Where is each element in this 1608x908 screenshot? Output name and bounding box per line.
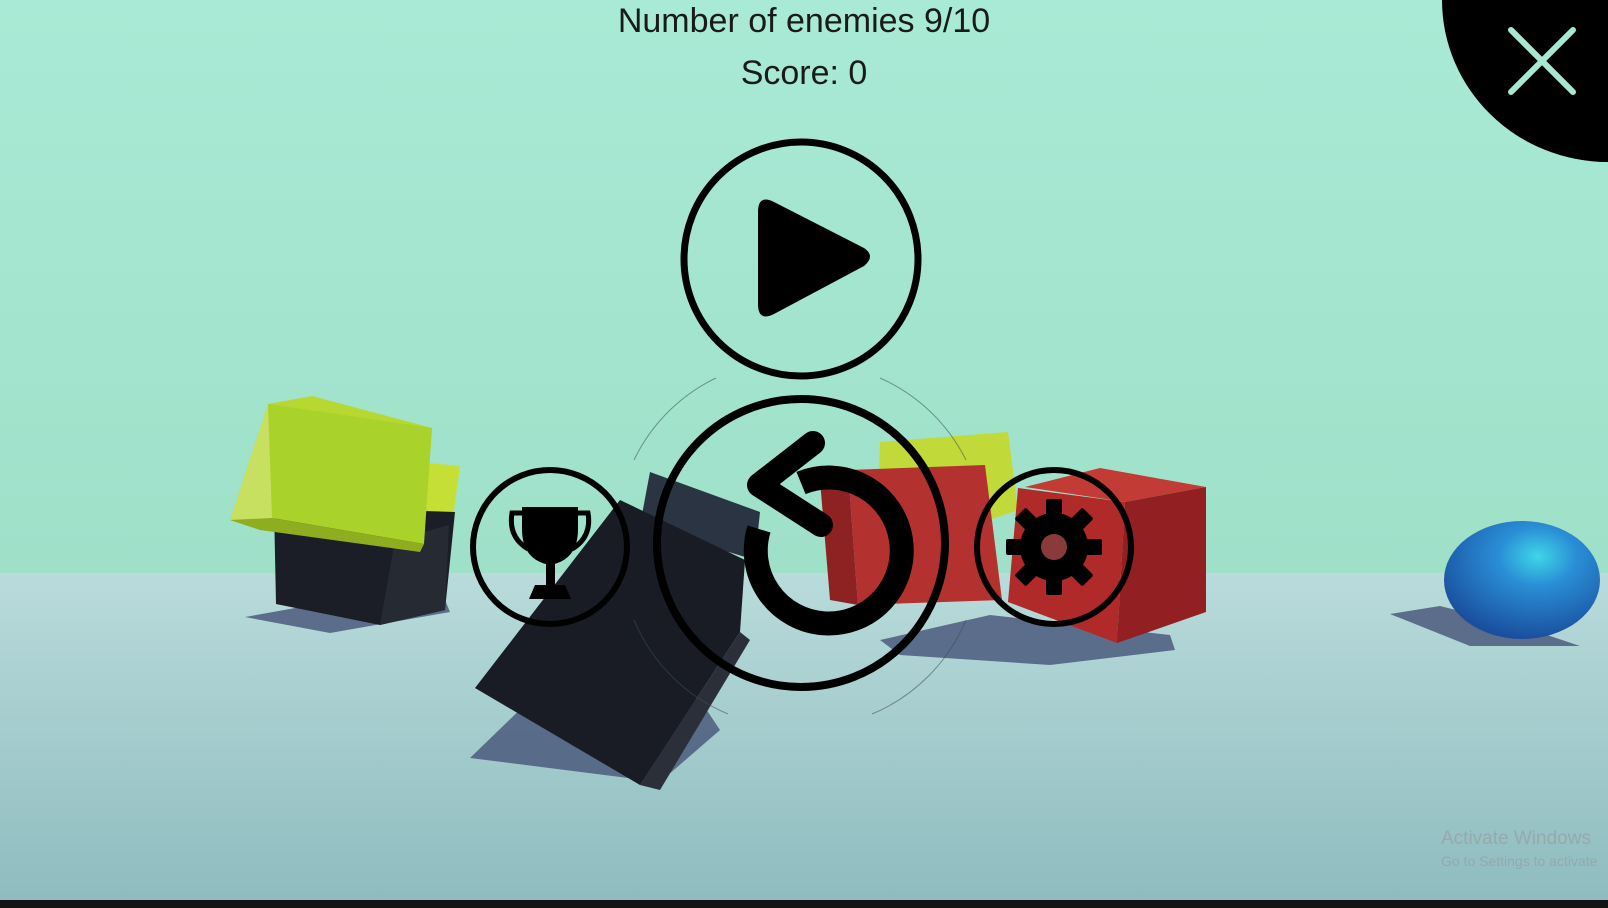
enemy-count-label: Number of enemies 9/10 — [617, 2, 991, 40]
leaderboard-button[interactable] — [468, 465, 632, 629]
gear-icon — [1006, 499, 1102, 595]
restart-icon — [743, 431, 914, 636]
trophy-icon — [508, 507, 592, 599]
play-icon — [758, 199, 870, 317]
restart-button[interactable] — [651, 393, 951, 693]
score-label: Score: 0 — [740, 54, 868, 92]
activate-windows-title: Activate Windows — [1441, 828, 1591, 849]
play-button[interactable] — [678, 136, 924, 382]
settings-button[interactable] — [972, 465, 1136, 629]
activate-windows-subtitle: Go to Settings to activate — [1441, 853, 1598, 869]
bottom-bar — [0, 900, 1608, 908]
blue-ball — [1444, 521, 1600, 639]
close-button[interactable] — [1442, 0, 1608, 162]
